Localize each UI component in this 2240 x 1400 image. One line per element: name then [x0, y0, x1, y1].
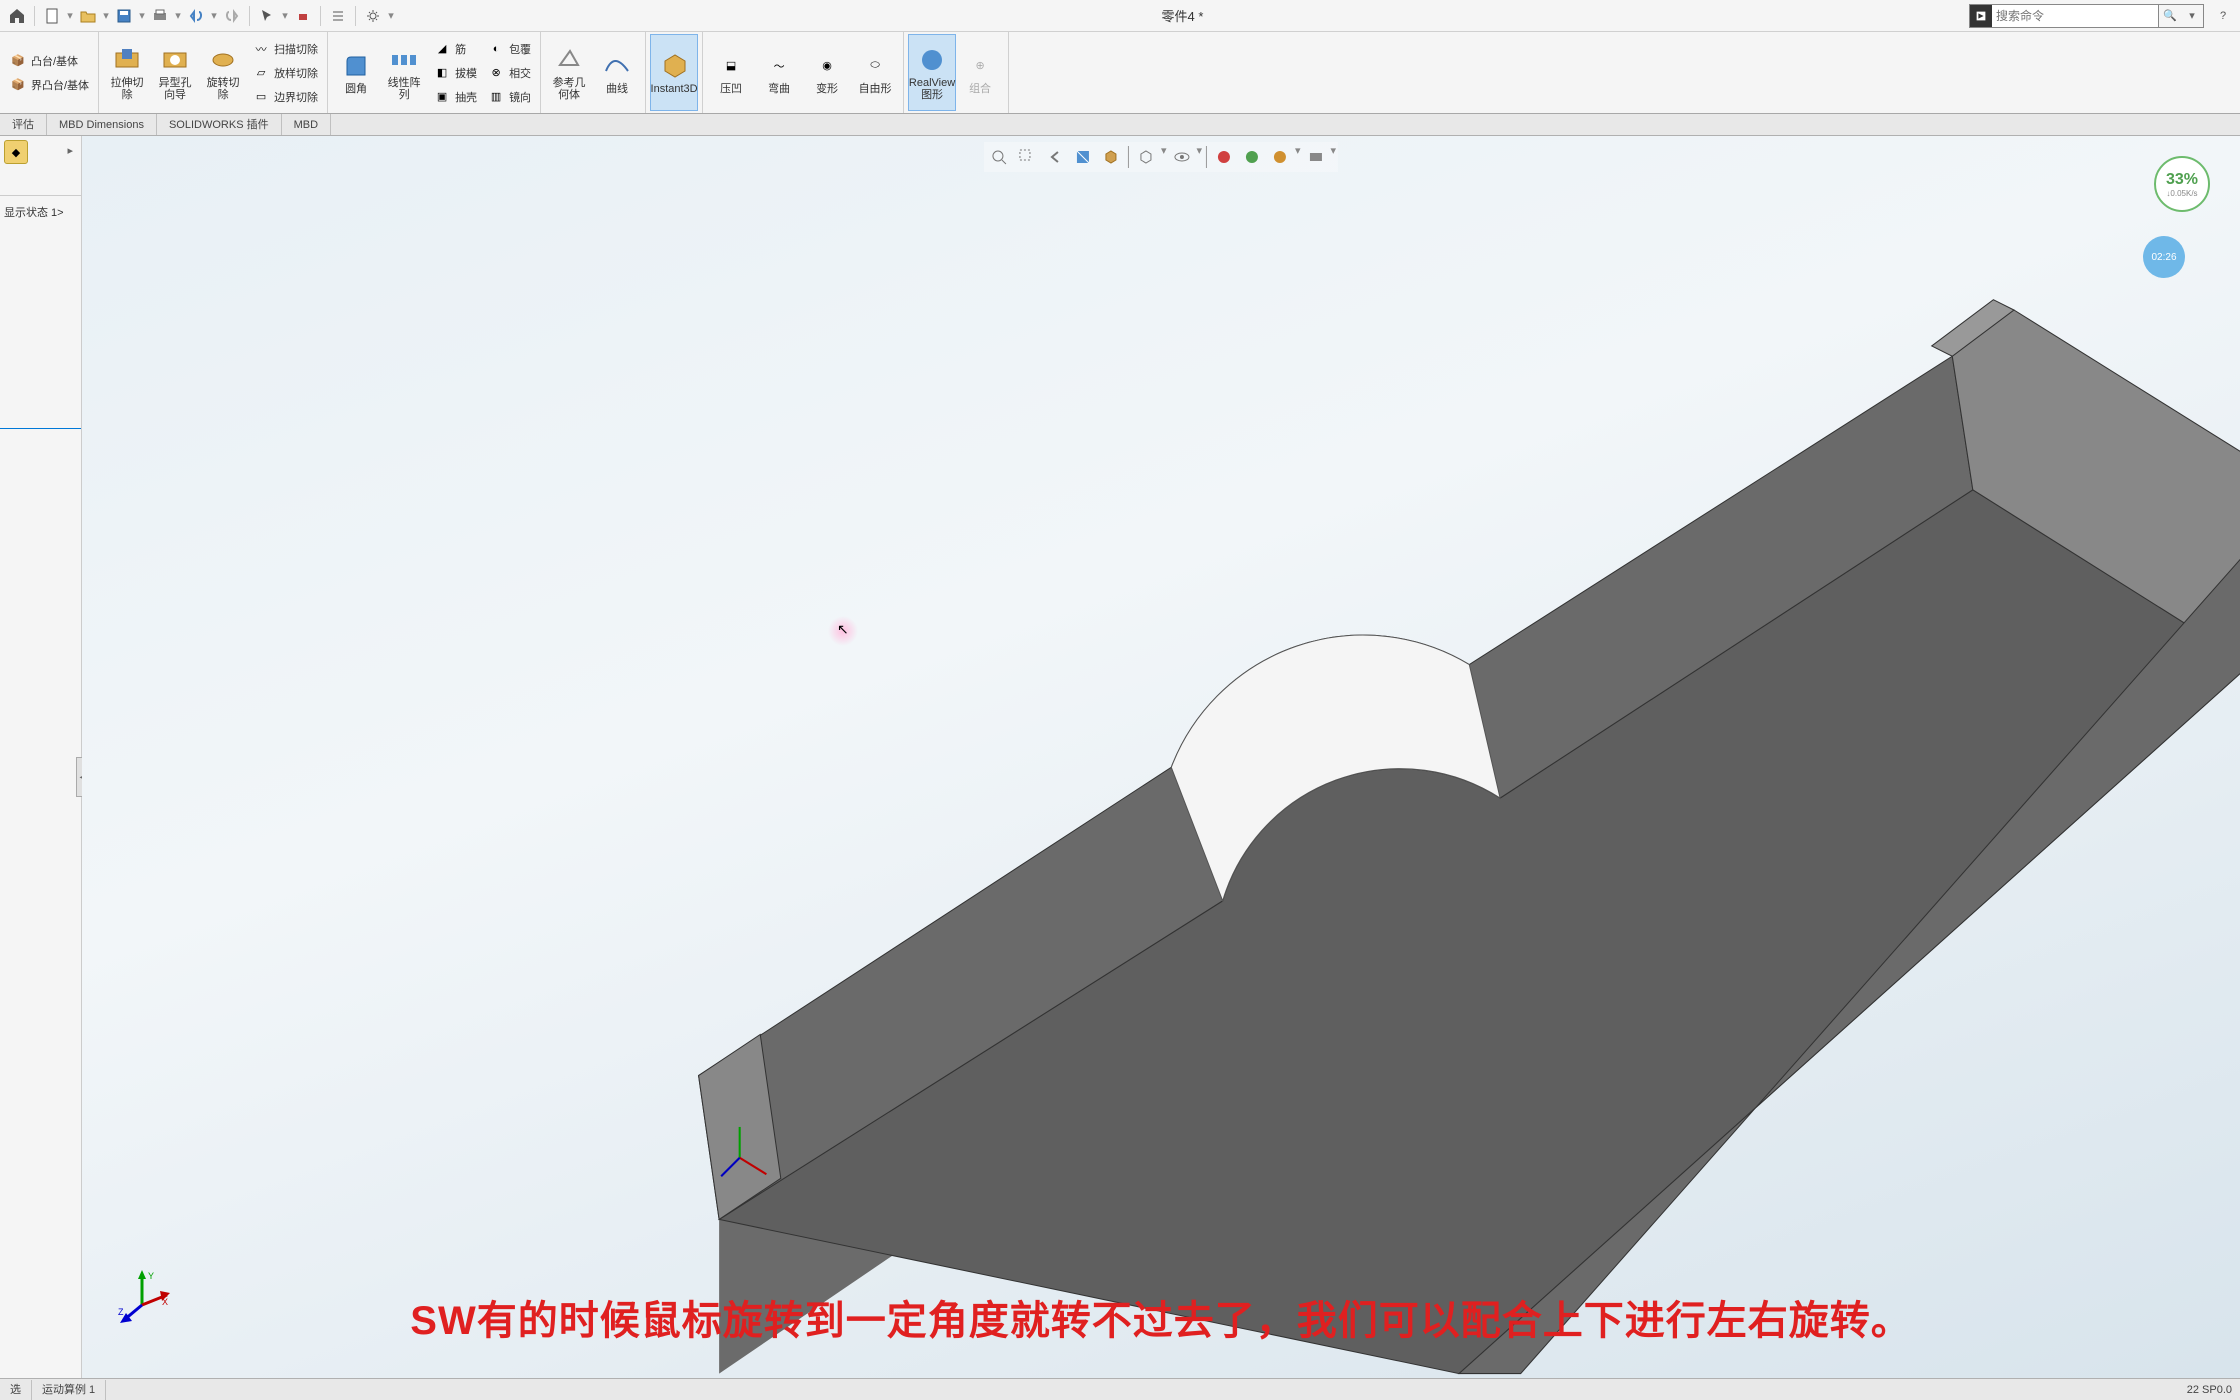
- perf-speed: ↓0.05K/s: [2166, 189, 2197, 198]
- tree-flyout-arrow-icon[interactable]: ▸: [67, 144, 73, 157]
- subtitle-overlay: SW有的时候鼠标旋转到一定角度就转不过去了，我们可以配合上下进行左右旋转。: [82, 1288, 2240, 1346]
- mirror-button[interactable]: ▥镜向: [482, 85, 536, 109]
- reference-geometry-button[interactable]: 参考几何体: [545, 34, 593, 111]
- version-label: 22 SP0.0: [2179, 1384, 2240, 1396]
- status-tab-motion[interactable]: 运动算例 1: [32, 1380, 106, 1400]
- command-search[interactable]: [1969, 4, 2159, 28]
- part-model-render: [82, 136, 2240, 1378]
- draft-button[interactable]: ◧拔模: [428, 61, 482, 85]
- extruded-cut-button[interactable]: 拉伸切除: [103, 34, 151, 111]
- tab-mbd-dimensions[interactable]: MBD Dimensions: [47, 114, 157, 135]
- intersect-button[interactable]: ⊗相交: [482, 61, 536, 85]
- combine-button[interactable]: ⊕组合: [956, 34, 1004, 111]
- part-root-icon[interactable]: ◆: [4, 140, 28, 164]
- new-file-icon[interactable]: [39, 3, 65, 29]
- search-logo-icon: [1970, 5, 1992, 27]
- realview-button[interactable]: RealView 图形: [908, 34, 956, 111]
- time-badge[interactable]: 02:26: [2143, 236, 2185, 278]
- shell-button[interactable]: ▣抽壳: [428, 85, 482, 109]
- freeform-button[interactable]: ⬭自由形: [851, 34, 899, 111]
- search-input[interactable]: [1992, 9, 2158, 23]
- performance-badge[interactable]: 33% ↓0.05K/s: [2154, 156, 2210, 212]
- redo-icon[interactable]: [219, 3, 245, 29]
- rebuild-icon[interactable]: [290, 3, 316, 29]
- wrap-button[interactable]: ◐包覆: [482, 37, 536, 61]
- search-dropdown-icon[interactable]: ▾: [2181, 9, 2203, 22]
- help-icon[interactable]: ?: [2210, 3, 2236, 29]
- fillet-button[interactable]: 圆角: [332, 34, 380, 111]
- boundary-cut-button[interactable]: ▭边界切除: [247, 85, 323, 109]
- instant3d-button[interactable]: Instant3D: [650, 34, 698, 111]
- feature-tree-sidebar: ◆ ▸ 显示状态 1>: [0, 136, 82, 1378]
- display-state-label[interactable]: 显示状态 1>: [0, 196, 81, 228]
- undo-icon[interactable]: [183, 3, 209, 29]
- print-icon[interactable]: [147, 3, 173, 29]
- search-magnifier-icon[interactable]: 🔍: [2159, 9, 2181, 22]
- status-tab-select[interactable]: 选: [0, 1380, 32, 1400]
- status-bar: 选 运动算例 1 22 SP0.0: [0, 1378, 2240, 1400]
- flex-button[interactable]: 〜弯曲: [755, 34, 803, 111]
- boundary-boss-button[interactable]: 📦界凸台/基体: [4, 73, 94, 97]
- ribbon-toolbar: 📦凸台/基体 📦界凸台/基体 拉伸切除 异型孔向导 旋转切除 〰扫描切除 ▱放样…: [0, 32, 2240, 114]
- curves-button[interactable]: 曲线: [593, 34, 641, 111]
- indent-button[interactable]: ⬓压凹: [707, 34, 755, 111]
- quick-access-toolbar: ▾ ▾ ▾ ▾ ▾ ▾ ▾ 零件4 * 🔍 ▾ ?: [0, 0, 2240, 32]
- open-file-icon[interactable]: [75, 3, 101, 29]
- cursor-pointer-icon: ↖: [837, 621, 849, 638]
- save-icon[interactable]: [111, 3, 137, 29]
- options-list-icon[interactable]: [325, 3, 351, 29]
- swept-cut-button[interactable]: 〰扫描切除: [247, 37, 323, 61]
- tab-sw-addins[interactable]: SOLIDWORKS 插件: [157, 114, 282, 135]
- tab-evaluate[interactable]: 评估: [0, 114, 47, 135]
- tab-mbd[interactable]: MBD: [282, 114, 331, 135]
- command-tabs: 评估 MBD Dimensions SOLIDWORKS 插件 MBD: [0, 114, 2240, 136]
- window-title: 零件4 *: [396, 6, 1969, 25]
- hole-wizard-button[interactable]: 异型孔向导: [151, 34, 199, 111]
- boss-base-button[interactable]: 📦凸台/基体: [4, 49, 94, 73]
- lofted-cut-button[interactable]: ▱放样切除: [247, 61, 323, 85]
- svg-text:Y: Y: [148, 1271, 154, 1281]
- rib-button[interactable]: ◢筋: [428, 37, 482, 61]
- revolved-cut-button[interactable]: 旋转切除: [199, 34, 247, 111]
- home-icon[interactable]: [4, 3, 30, 29]
- deform-button[interactable]: ◉变形: [803, 34, 851, 111]
- perf-percent: 33%: [2166, 171, 2198, 189]
- graphics-viewport[interactable]: ▾ ▾ ▾ ▾: [82, 136, 2240, 1378]
- linear-pattern-button[interactable]: 线性阵列: [380, 34, 428, 111]
- select-icon[interactable]: [254, 3, 280, 29]
- settings-gear-icon[interactable]: [360, 3, 386, 29]
